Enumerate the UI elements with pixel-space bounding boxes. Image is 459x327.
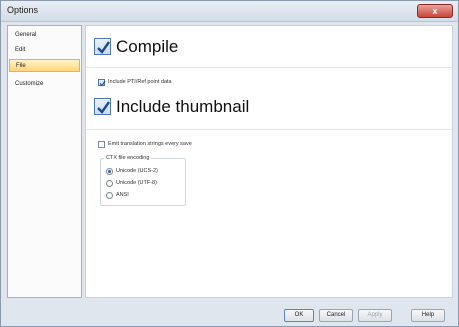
close-button[interactable]: x bbox=[417, 4, 453, 18]
include-thumbnail-label: Include thumbnail bbox=[116, 97, 250, 116]
close-icon: x bbox=[432, 6, 438, 16]
sidebar-item-edit[interactable]: Edit bbox=[9, 44, 80, 57]
title-bar[interactable]: Options x bbox=[1, 1, 458, 22]
checkmark-icon bbox=[97, 41, 110, 54]
unicode-ucs2-label: Unicode (UCS-2) bbox=[116, 168, 158, 174]
ctx-encoding-legend: CTX file encoding bbox=[104, 154, 152, 162]
compile-checkbox[interactable] bbox=[94, 38, 111, 55]
sidebar-item-general[interactable]: General bbox=[9, 29, 80, 42]
compile-label: Compile bbox=[116, 37, 179, 56]
divider bbox=[86, 67, 452, 68]
sidebar-item-customize[interactable]: Customize bbox=[9, 78, 80, 91]
checkmark-icon bbox=[99, 80, 106, 87]
ansi-radio[interactable] bbox=[106, 192, 113, 199]
apply-button[interactable]: Apply bbox=[358, 309, 392, 322]
unicode-utf8-radio[interactable] bbox=[106, 180, 113, 187]
window-title: Options bbox=[7, 5, 39, 15]
unicode-utf8-label: Unicode (UTF-8) bbox=[116, 180, 157, 186]
sidebar-item-file[interactable]: File bbox=[9, 59, 80, 72]
emit-translation-checkbox[interactable] bbox=[98, 141, 105, 148]
ansi-label: ANSI bbox=[116, 192, 129, 198]
options-dialog: Options x General Edit File Customize Co… bbox=[0, 0, 459, 327]
include-thumbnail-checkbox[interactable] bbox=[94, 98, 111, 115]
checkmark-icon bbox=[97, 101, 110, 114]
include-pti-label: Include PTI/Ref point data bbox=[108, 79, 172, 85]
include-pti-checkbox[interactable] bbox=[98, 79, 106, 87]
category-list: General Edit File Customize bbox=[7, 25, 82, 298]
divider bbox=[86, 129, 452, 130]
ok-button[interactable]: OK bbox=[284, 309, 314, 322]
cancel-button[interactable]: Cancel bbox=[319, 309, 353, 322]
emit-translation-label: Emit translation strings every save bbox=[108, 141, 192, 147]
help-button[interactable]: Help bbox=[411, 309, 445, 322]
unicode-ucs2-radio[interactable] bbox=[106, 168, 113, 175]
options-panel: Compile Include PTI/Ref point data Inclu… bbox=[85, 25, 453, 298]
